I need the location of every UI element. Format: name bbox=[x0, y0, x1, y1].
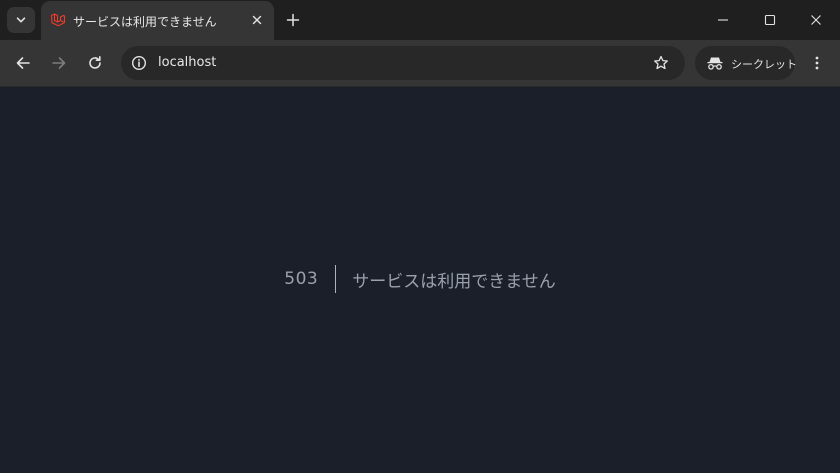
info-icon bbox=[131, 55, 147, 71]
laravel-icon bbox=[50, 13, 66, 27]
chevron-down-icon bbox=[16, 17, 26, 23]
active-tab[interactable]: サービスは利用できません bbox=[41, 1, 274, 40]
incognito-indicator[interactable]: シークレット bbox=[695, 46, 797, 80]
browser-toolbar: localhost シークレット bbox=[0, 40, 840, 86]
tab-strip: サービスは利用できません bbox=[0, 0, 840, 40]
page-content: 503 サービスは利用できません bbox=[0, 86, 840, 473]
address-bar[interactable]: localhost bbox=[121, 46, 685, 80]
error-code: 503 bbox=[284, 269, 319, 289]
back-button[interactable] bbox=[10, 50, 36, 76]
incognito-icon bbox=[707, 57, 723, 70]
site-info-button[interactable] bbox=[127, 51, 151, 75]
close-icon bbox=[811, 15, 821, 25]
new-tab-button[interactable] bbox=[282, 9, 304, 31]
tab-title: サービスは利用できません bbox=[73, 15, 217, 29]
tab-search-button[interactable] bbox=[7, 7, 35, 33]
maximize-button[interactable] bbox=[751, 5, 789, 35]
plus-icon bbox=[286, 13, 300, 27]
star-icon bbox=[654, 55, 668, 70]
error-message: サービスは利用できません bbox=[352, 271, 556, 292]
minimize-icon bbox=[718, 19, 728, 21]
browser-menu-button[interactable] bbox=[806, 50, 828, 76]
forward-button[interactable] bbox=[46, 50, 72, 76]
error-panel: 503 サービスは利用できません bbox=[0, 263, 840, 295]
maximize-icon bbox=[764, 14, 776, 26]
close-icon bbox=[252, 15, 262, 25]
arrow-right-icon bbox=[52, 57, 66, 69]
url-text[interactable]: localhost bbox=[158, 55, 216, 70]
incognito-label: シークレット bbox=[731, 58, 797, 71]
minimize-button[interactable] bbox=[704, 5, 742, 35]
arrow-left-icon bbox=[16, 57, 30, 69]
bookmark-button[interactable] bbox=[650, 52, 672, 74]
tab-close-button[interactable] bbox=[248, 11, 266, 29]
more-vertical-icon bbox=[815, 56, 819, 70]
reload-button[interactable] bbox=[82, 50, 108, 76]
reload-icon bbox=[89, 56, 101, 69]
window-close-button[interactable] bbox=[797, 5, 835, 35]
